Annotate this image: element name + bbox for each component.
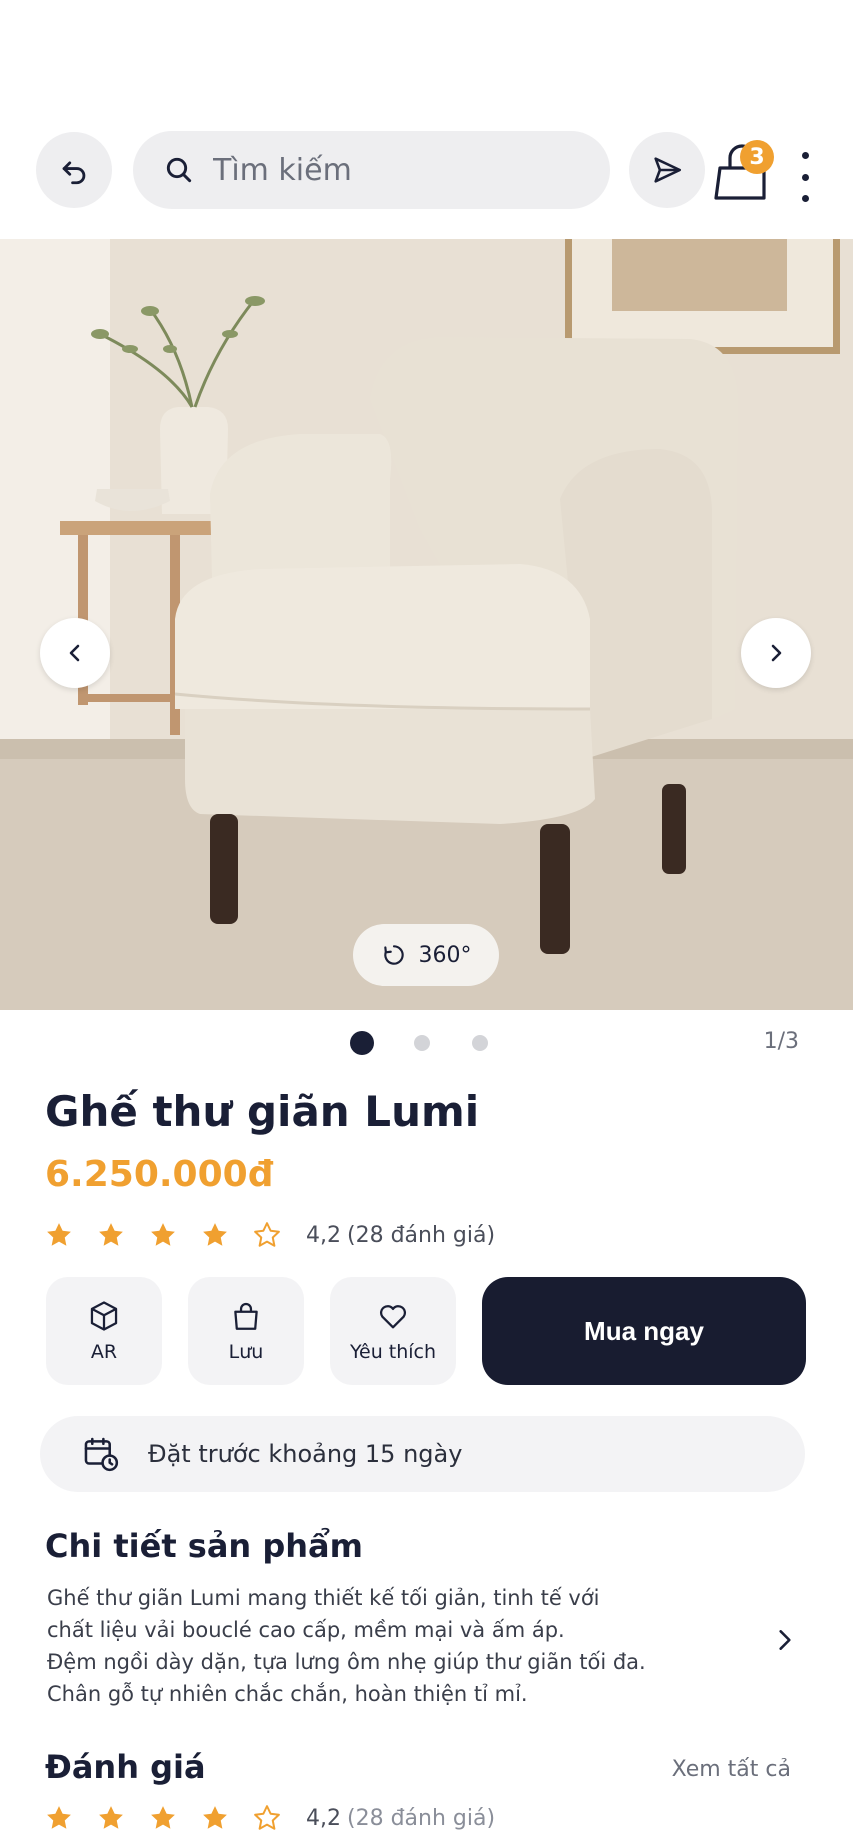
star-icon xyxy=(148,1220,178,1250)
details-title: Chi tiết sản phẩm xyxy=(45,1527,363,1565)
product-image xyxy=(0,239,853,1010)
previous-image-button[interactable] xyxy=(40,618,110,688)
star-icon xyxy=(96,1220,126,1250)
star-outline-icon xyxy=(252,1220,282,1250)
heart-icon xyxy=(379,1305,407,1329)
star-icon xyxy=(148,1803,178,1833)
more-dot xyxy=(801,195,809,202)
view-360-label: 360° xyxy=(418,942,472,968)
pagination-dot[interactable] xyxy=(472,1035,488,1051)
save-label: Lưu xyxy=(228,1341,264,1363)
calendar-clock-icon xyxy=(84,1437,119,1472)
next-image-button[interactable] xyxy=(741,618,811,688)
search-bar[interactable] xyxy=(133,131,610,209)
reviews-rating: 4,2 (28 đánh giá) xyxy=(44,1800,495,1836)
favorite-button[interactable]: Yêu thích xyxy=(330,1277,456,1385)
star-icon xyxy=(96,1803,126,1833)
details-line: Chân gỗ tự nhiên chắc chắn, hoàn thiện t… xyxy=(47,1682,528,1706)
star-icon xyxy=(200,1803,230,1833)
search-input[interactable] xyxy=(213,152,573,188)
bag-icon xyxy=(234,1302,258,1330)
share-button[interactable] xyxy=(629,132,705,208)
send-icon xyxy=(654,157,682,183)
product-title: Ghế thư giãn Lumi xyxy=(45,1087,480,1136)
more-vertical-icon xyxy=(801,152,809,159)
rating-count: (28 đánh giá) xyxy=(347,1222,496,1248)
save-button[interactable]: Lưu xyxy=(188,1277,304,1385)
details-line: Đệm ngồi dày dặn, tựa lưng ôm nhẹ giúp t… xyxy=(47,1650,646,1674)
product-rating: 4,2 (28 đánh giá) xyxy=(44,1217,495,1253)
chevron-left-icon xyxy=(69,644,80,662)
details-expand-button[interactable] xyxy=(765,1620,805,1660)
pagination-dot-active[interactable] xyxy=(350,1031,374,1055)
cart-button[interactable]: 3 xyxy=(710,128,786,204)
star-outline-icon xyxy=(252,1803,282,1833)
back-button[interactable] xyxy=(36,132,112,208)
back-arrow-icon xyxy=(62,161,86,185)
cart-count-badge: 3 xyxy=(740,140,774,174)
preorder-text: Đặt trước khoảng 15 ngày xyxy=(148,1440,463,1468)
more-options-button[interactable] xyxy=(790,152,820,202)
ar-label: AR xyxy=(90,1341,118,1363)
chevron-right-icon xyxy=(779,1630,791,1650)
chevron-right-icon xyxy=(771,644,782,662)
reviews-title: Đánh giá xyxy=(45,1748,206,1786)
gallery-counter: 1/3 xyxy=(763,1029,799,1054)
search-icon xyxy=(166,157,192,183)
star-icon xyxy=(200,1220,230,1250)
ar-button[interactable]: AR xyxy=(46,1277,162,1385)
preorder-notice: Đặt trước khoảng 15 ngày xyxy=(40,1416,805,1492)
reviews-rating-value: 4,2 xyxy=(306,1805,341,1831)
star-icon xyxy=(44,1220,74,1250)
rating-value: 4,2 xyxy=(306,1222,341,1248)
favorite-label: Yêu thích xyxy=(349,1341,437,1363)
details-line: chất liệu vải bouclé cao cấp, mềm mại và… xyxy=(47,1618,565,1642)
cube-icon xyxy=(90,1301,118,1331)
star-icon xyxy=(44,1803,74,1833)
more-dot xyxy=(801,173,809,181)
reviews-rating-count: (28 đánh giá) xyxy=(347,1805,496,1831)
action-buttons: AR Lưu Yêu thích Mua ngay xyxy=(46,1277,806,1385)
product-price: 6.250.000đ xyxy=(45,1154,274,1195)
details-description[interactable]: Ghế thư giãn Lumi mang thiết kế tối giản… xyxy=(47,1582,687,1710)
rotate-icon xyxy=(383,945,404,965)
details-line: Ghế thư giãn Lumi mang thiết kế tối giản… xyxy=(47,1586,600,1610)
view-360-button[interactable]: 360° xyxy=(353,924,499,986)
top-bar: 3 xyxy=(0,128,853,214)
buy-now-button[interactable]: Mua ngay xyxy=(482,1277,806,1385)
see-all-reviews-link[interactable]: Xem tất cả xyxy=(672,1757,791,1782)
product-image-gallery[interactable]: 360° xyxy=(0,239,853,1010)
pagination-dot[interactable] xyxy=(414,1035,430,1051)
